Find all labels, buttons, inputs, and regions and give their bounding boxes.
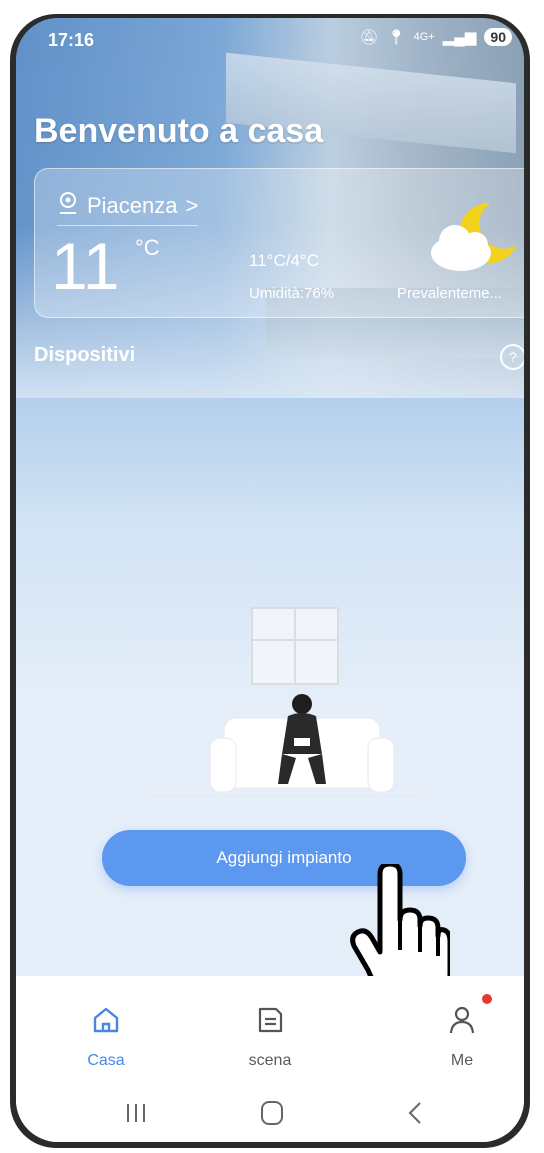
temperature-unit: °C: [135, 235, 160, 260]
home-nav-icon[interactable]: [252, 1098, 292, 1128]
tab-me[interactable]: Me: [402, 976, 522, 1086]
temperature-range: 11°C/4°C: [249, 251, 319, 270]
home-icon: [90, 1004, 122, 1036]
partly-cloudy-night-icon: [421, 195, 524, 281]
phone-frame: 17:16 🔕︎ 📍︎ 4G+ ▂▄▆ 90 Benvenuto a casa …: [10, 14, 530, 1148]
location-icon: 📍︎: [386, 29, 406, 46]
page-title: Benvenuto a casa: [34, 112, 324, 150]
tab-casa-label: Casa: [87, 1052, 125, 1069]
city-selector[interactable]: Piacenza >: [57, 191, 199, 226]
city-name: Piacenza: [87, 193, 178, 218]
help-icon[interactable]: ?: [500, 344, 524, 370]
bottom-tab-bar: Casa scena Me: [16, 976, 524, 1086]
battery-badge: 90: [484, 28, 512, 46]
status-time: 17:16: [48, 30, 95, 50]
tab-scena[interactable]: scena: [210, 976, 330, 1086]
scene-icon: [254, 1004, 286, 1036]
temperature: 11: [51, 229, 120, 303]
location-pin-icon: [57, 191, 79, 221]
chevron-right-icon: >: [185, 193, 199, 218]
empty-state-illustration: [128, 578, 428, 818]
weather-card[interactable]: Piacenza > 11 °C 11°C/4°C Umidità:76% Pr…: [34, 168, 524, 318]
screen: 17:16 🔕︎ 📍︎ 4G+ ▂▄▆ 90 Benvenuto a casa …: [16, 18, 524, 1142]
person-icon: [446, 1004, 478, 1036]
mute-icon: 🔕︎: [359, 29, 379, 46]
network-label: 4G+: [413, 31, 435, 43]
status-icons: 🔕︎ 📍︎ 4G+ ▂▄▆ 90: [360, 28, 512, 46]
devices-title: Dispositivi: [34, 344, 136, 366]
tab-me-label: Me: [450, 1052, 474, 1069]
signal-icon: ▂▄▆: [442, 29, 477, 46]
notification-dot: [482, 994, 492, 1004]
system-nav-bar: [16, 1086, 524, 1142]
recent-apps-icon[interactable]: [116, 1098, 156, 1128]
weather-condition: Prevalenteme...: [397, 285, 503, 302]
back-icon[interactable]: [396, 1098, 436, 1128]
tab-casa[interactable]: Casa: [46, 976, 166, 1086]
tab-scena-label: scena: [248, 1052, 292, 1069]
status-bar: 17:16 🔕︎ 📍︎ 4G+ ▂▄▆ 90: [16, 18, 524, 58]
humidity: Umidità:76%: [249, 285, 335, 302]
